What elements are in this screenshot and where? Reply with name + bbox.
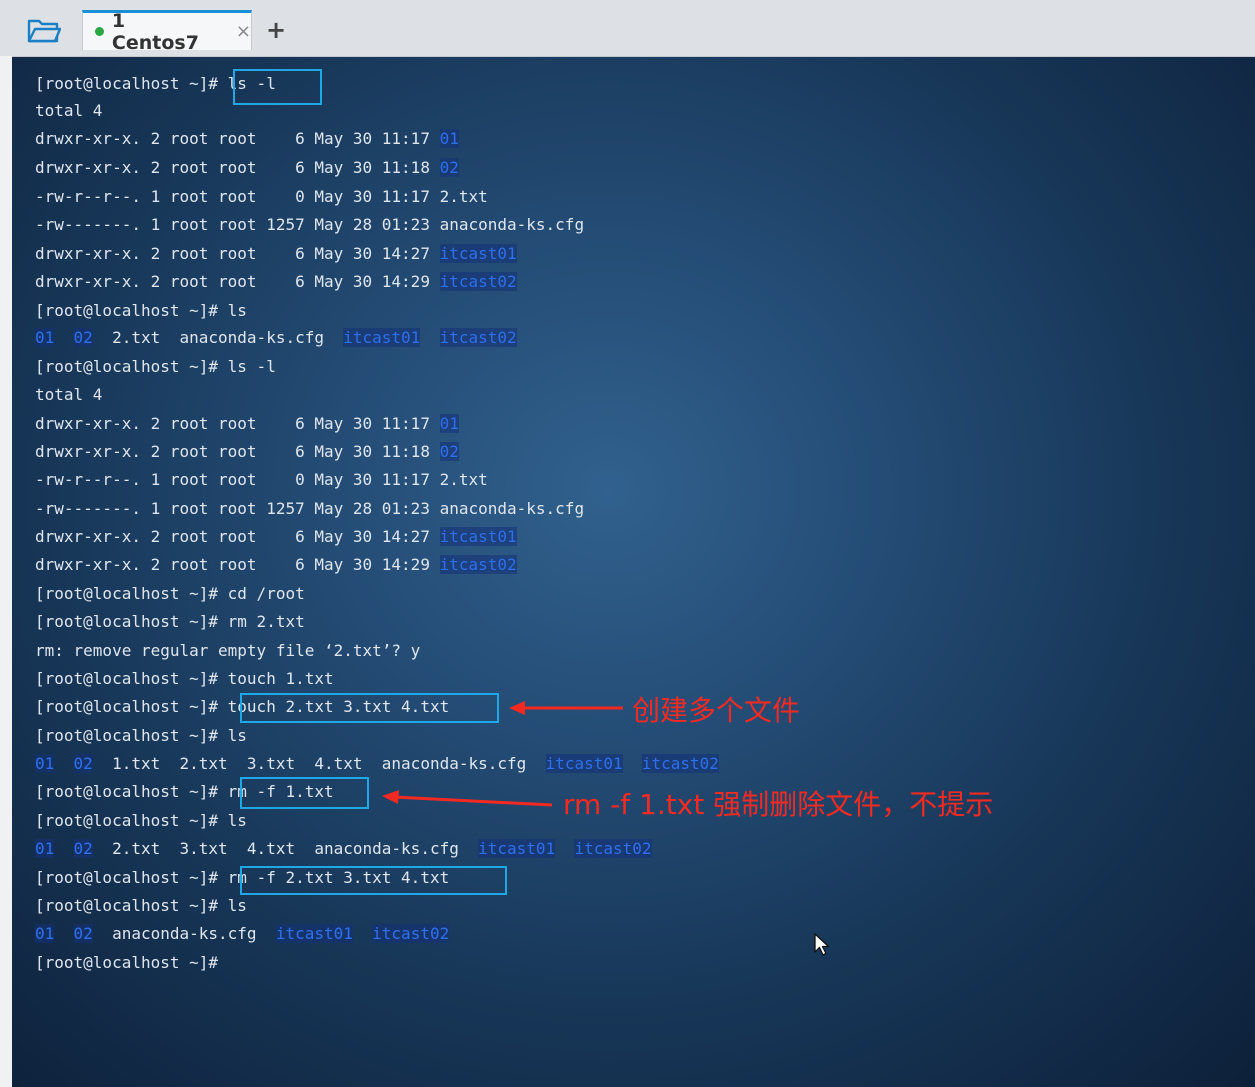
tab-label: 1 Centos7 (111, 9, 199, 54)
directory-name: 01 (439, 129, 459, 148)
terminal-output[interactable]: [root@localhost ~]# ls -l total 4 drwxr-… (12, 57, 1255, 1087)
terminal-line: drwxr-xr-x. 2 root root 6 May 30 14:27 i… (35, 244, 517, 263)
terminal-line: [root@localhost ~]# ls (35, 301, 247, 320)
directory-name: 02 (439, 442, 459, 461)
terminal-line: drwxr-xr-x. 2 root root 6 May 30 11:17 0… (35, 414, 459, 433)
terminal-line: [root@localhost ~]# ls (35, 726, 247, 745)
terminal-line: total 4 (35, 101, 103, 120)
left-edge (0, 56, 12, 1087)
terminal-line: drwxr-xr-x. 2 root root 6 May 30 11:18 0… (35, 158, 459, 177)
directory-name: itcast01 (439, 527, 517, 546)
terminal-line: drwxr-xr-x. 2 root root 6 May 30 14:27 i… (35, 527, 517, 546)
directory-name: itcast02 (439, 272, 517, 291)
connection-status-dot (95, 27, 104, 36)
terminal-line: -rw-------. 1 root root 1257 May 28 01:2… (35, 499, 585, 518)
terminal-line: 01 02 anaconda-ks.cfg itcast01 itcast02 (35, 924, 450, 943)
folder-icon[interactable] (14, 10, 74, 50)
mouse-pointer-icon (814, 933, 830, 956)
highlight-box-rm-f (240, 777, 369, 809)
directory-name: 01 (439, 414, 459, 433)
tab-bar: 1 Centos7 × + (0, 0, 1255, 57)
close-icon[interactable]: × (236, 21, 251, 42)
terminal-line: -rw-r--r--. 1 root root 0 May 30 11:17 2… (35, 187, 488, 206)
terminal-line: drwxr-xr-x. 2 root root 6 May 30 14:29 i… (35, 272, 517, 291)
terminal-line: total 4 (35, 385, 103, 404)
arrow-icon (382, 790, 553, 807)
terminal-line: [root@localhost ~]# ls (35, 896, 247, 915)
terminal-line: -rw-------. 1 root root 1257 May 28 01:2… (35, 215, 585, 234)
highlight-box-rm-f-multi (240, 866, 507, 895)
terminal-line: 01 02 2.txt anaconda-ks.cfg itcast01 itc… (35, 328, 517, 347)
terminal-line: [root@localhost ~]# ls -l (35, 357, 276, 376)
terminal-line: [root@localhost ~]# rm 2.txt (35, 612, 305, 631)
terminal-line: 01 02 1.txt 2.txt 3.txt 4.txt anaconda-k… (35, 754, 719, 773)
arrow-icon (509, 701, 623, 715)
terminal-line: rm: remove regular empty file ‘2.txt’? y (35, 641, 421, 660)
tab-centos7[interactable]: 1 Centos7 × (82, 10, 252, 54)
terminal-line: [root@localhost ~]# ls (35, 811, 247, 830)
directory-name: 02 (439, 158, 459, 177)
terminal-line: -rw-r--r--. 1 root root 0 May 30 11:17 2… (35, 470, 488, 489)
terminal-line: drwxr-xr-x. 2 root root 6 May 30 11:17 0… (35, 129, 459, 148)
terminal-prompt: [root@localhost ~]# (35, 953, 219, 972)
highlight-box-touch (240, 693, 499, 723)
terminal-line: drwxr-xr-x. 2 root root 6 May 30 11:18 0… (35, 442, 459, 461)
terminal-line: [root@localhost ~]# touch 1.txt (35, 669, 334, 688)
annotation-force-delete: rm -f 1.txt 强制删除文件，不提示 (563, 788, 994, 821)
terminal-line: [root@localhost ~]# cd /root (35, 584, 305, 603)
plus-icon[interactable]: + (262, 14, 290, 46)
annotation-create-files: 创建多个文件 (632, 694, 801, 727)
highlight-box-ls-l (233, 69, 322, 105)
directory-name: itcast02 (439, 555, 517, 574)
terminal-line: drwxr-xr-x. 2 root root 6 May 30 14:29 i… (35, 555, 517, 574)
directory-name: itcast01 (439, 244, 517, 263)
terminal-line: 01 02 2.txt 3.txt 4.txt anaconda-ks.cfg … (35, 839, 652, 858)
